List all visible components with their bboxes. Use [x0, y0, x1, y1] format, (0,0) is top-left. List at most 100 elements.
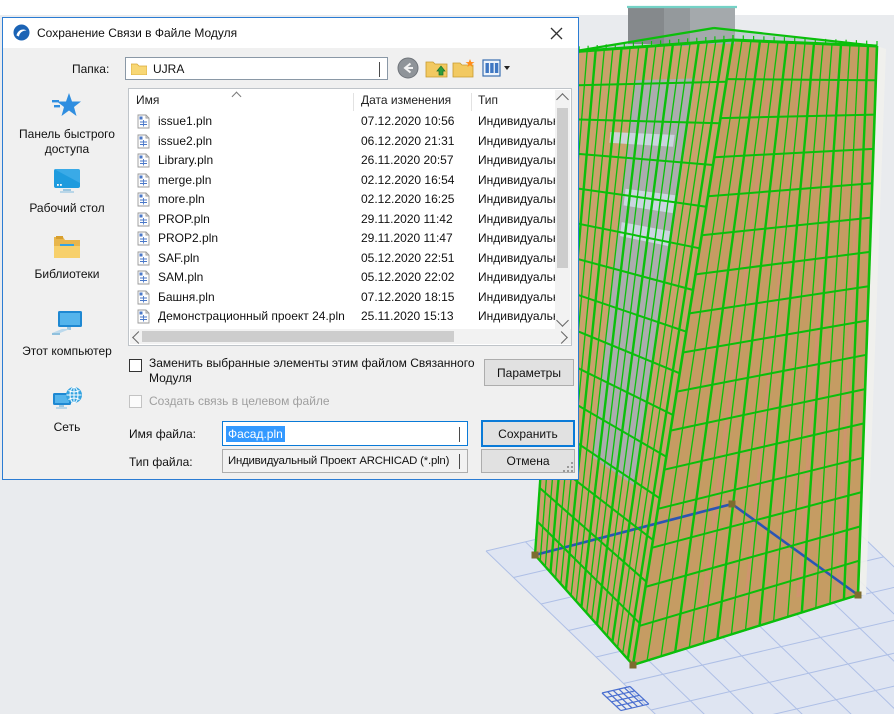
scroll-right-icon[interactable]: [555, 331, 568, 344]
sidebar-item-label: Библиотеки: [9, 267, 125, 282]
pln-file-icon: [137, 231, 150, 249]
pln-file-icon: [137, 114, 150, 132]
save-module-dialog: Сохранение Связи в Файле Модуля Папка: U…: [2, 17, 579, 480]
views-icon: [482, 59, 512, 77]
horizontal-scrollbar-thumb[interactable]: [142, 331, 454, 342]
sidebar-item-libraries[interactable]: Библиотеки: [9, 233, 125, 282]
file-name: SAM.pln: [158, 270, 203, 284]
chevron-down-icon: [379, 62, 380, 76]
file-name: merge.pln: [158, 173, 211, 187]
file-date: 06.12.2020 21:31: [361, 134, 454, 148]
file-row[interactable]: issue2.pln 06.12.2020 21:31 Индивидуальн: [129, 132, 557, 152]
file-row[interactable]: PROP2.pln 29.11.2020 11:47 Индивидуальн: [129, 229, 557, 249]
scroll-down-icon[interactable]: [556, 314, 569, 327]
save-button[interactable]: Сохранить: [481, 420, 575, 447]
file-date: 02.12.2020 16:25: [361, 192, 454, 206]
pln-file-icon: [137, 309, 150, 327]
cancel-button[interactable]: Отмена: [481, 449, 575, 473]
file-row[interactable]: more.pln02.12.2020 16:25Индивидуальн: [129, 190, 557, 210]
vertical-scrollbar-thumb[interactable]: [557, 108, 568, 268]
file-name: Демонстрационный проект 24.pln: [158, 309, 345, 323]
pln-file-icon: [137, 251, 150, 269]
create-link-label: Создать связь в целевом файле: [149, 394, 489, 409]
parameters-button[interactable]: Параметры: [484, 359, 574, 386]
file-date: 05.12.2020 22:02: [361, 270, 454, 284]
filename-combobox[interactable]: Фасад.pln: [222, 421, 468, 446]
new-folder-icon: [452, 58, 476, 78]
file-type: Индивидуальн: [478, 309, 557, 323]
file-type: Индивидуальн: [478, 251, 557, 265]
sidebar-item-quick-access[interactable]: Панель быстрого доступа: [9, 92, 125, 157]
new-folder-button[interactable]: [452, 56, 476, 80]
replace-elements-label: Заменить выбранные элементы этим файлом …: [149, 356, 484, 386]
libraries-icon: [52, 233, 82, 260]
column-header-date[interactable]: Дата изменения: [361, 93, 451, 107]
vertical-scrollbar[interactable]: [555, 90, 570, 332]
desktop-icon: [51, 168, 83, 194]
back-button[interactable]: [396, 56, 420, 80]
folder-icon: [131, 62, 147, 75]
file-row[interactable]: Library.pln26.11.2020 20:57Индивидуальн: [129, 151, 557, 171]
file-type: Индивидуальн: [478, 290, 557, 304]
file-name: PROP2.pln: [158, 231, 218, 245]
view-menu-button[interactable]: [480, 56, 514, 80]
chevron-down-icon: [459, 454, 460, 468]
file-row[interactable]: issue1.pln 07.12.2020 10:56 Индивидуальн: [129, 112, 557, 132]
file-name: Library.pln: [158, 153, 213, 167]
close-button[interactable]: [538, 18, 574, 48]
file-name: more.pln: [158, 192, 205, 206]
sort-ascending-icon: [232, 92, 242, 102]
create-link-checkbox: [129, 395, 142, 408]
pln-file-icon: [137, 134, 150, 152]
file-type: Индивидуальн: [478, 114, 557, 128]
file-date: 26.11.2020 20:57: [361, 153, 454, 167]
file-date: 07.12.2020 18:15: [361, 290, 454, 304]
column-header-type[interactable]: Тип: [478, 93, 498, 107]
up-one-level-button[interactable]: [424, 56, 448, 80]
dialog-title: Сохранение Связи в Файле Модуля: [37, 26, 237, 40]
sidebar-item-network[interactable]: Сеть: [9, 385, 125, 435]
file-type: Индивидуальн: [478, 231, 557, 245]
file-name: PROP.pln: [158, 212, 210, 226]
replace-elements-checkbox[interactable]: [129, 359, 142, 372]
file-date: 29.11.2020 11:47: [361, 231, 453, 245]
file-row[interactable]: Башня.pln07.12.2020 18:15Индивидуальн: [129, 288, 557, 308]
chevron-down-icon: [459, 427, 460, 441]
file-row[interactable]: PROP.pln29.11.2020 11:42Индивидуальн: [129, 210, 557, 230]
file-type: Индивидуальн: [478, 134, 557, 148]
file-row[interactable]: SAF.pln 05.12.2020 22:51 Индивидуальн: [129, 249, 557, 269]
folder-label: Папка:: [72, 62, 109, 76]
pln-file-icon: [137, 192, 150, 210]
dialog-titlebar[interactable]: Сохранение Связи в Файле Модуля: [3, 18, 578, 48]
file-row[interactable]: merge.pln02.12.2020 16:54Индивидуальн: [129, 171, 557, 191]
file-row[interactable]: Демонстрационный проект 24.pln 25.11.2020…: [129, 307, 557, 327]
file-date: 07.12.2020 10:56: [361, 114, 454, 128]
pln-file-icon: [137, 290, 150, 308]
pln-file-icon: [137, 270, 150, 288]
folder-combobox[interactable]: UJRA: [125, 57, 388, 80]
filetype-combobox[interactable]: Индивидуальный Проект ARCHICAD (*.pln): [222, 449, 468, 473]
file-name: issue1.pln: [158, 114, 212, 128]
file-date: 02.12.2020 16:54: [361, 173, 454, 187]
sidebar-item-desktop[interactable]: Рабочий стол: [9, 168, 125, 216]
sidebar-item-this-pc[interactable]: Этот компьютер: [9, 310, 125, 359]
file-date: 25.11.2020 15:13: [361, 309, 454, 323]
filetype-value: Индивидуальный Проект ARCHICAD (*.pln): [228, 455, 449, 467]
resize-grip[interactable]: [562, 461, 574, 476]
archicad-logo-icon: [13, 24, 30, 41]
file-list-header: Имя Дата изменения Тип: [129, 89, 571, 111]
folder-value: UJRA: [153, 62, 184, 76]
file-row[interactable]: SAM.pln05.12.2020 22:02Индивидуальн: [129, 268, 557, 288]
column-header-name[interactable]: Имя: [136, 93, 159, 107]
scroll-up-icon[interactable]: [556, 93, 569, 106]
pln-file-icon: [137, 153, 150, 171]
file-date: 05.12.2020 22:51: [361, 251, 454, 265]
sidebar-item-label: Сеть: [9, 420, 125, 435]
network-icon: [51, 385, 83, 413]
filetype-label: Тип файла:: [129, 455, 193, 469]
sidebar-item-label: Этот компьютер: [9, 344, 125, 359]
file-name: issue2.pln: [158, 134, 212, 148]
filename-label: Имя файла:: [129, 427, 196, 441]
horizontal-scrollbar[interactable]: [130, 329, 572, 344]
file-name: SAF.pln: [158, 251, 199, 265]
